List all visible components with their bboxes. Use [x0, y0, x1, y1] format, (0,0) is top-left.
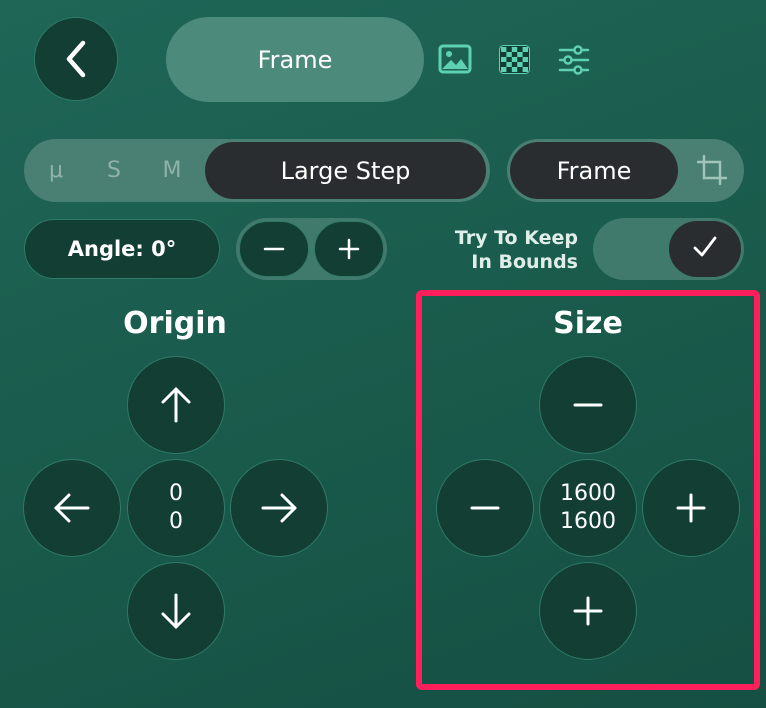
arrow-down-icon	[159, 592, 193, 630]
keep-in-bounds-toggle[interactable]	[593, 218, 744, 280]
crop-icon[interactable]	[696, 154, 728, 186]
back-button[interactable]	[34, 17, 118, 101]
arrow-left-icon	[53, 491, 91, 525]
size-highlight-box	[416, 290, 760, 690]
title-tab[interactable]: Frame	[166, 17, 424, 102]
checkmark-icon	[692, 234, 718, 264]
angle-increment-button[interactable]	[314, 221, 384, 277]
step-option-micro[interactable]: μ	[36, 139, 76, 202]
origin-left-button[interactable]	[23, 459, 121, 557]
origin-down-button[interactable]	[127, 562, 225, 660]
arrow-right-icon	[260, 491, 298, 525]
angle-display[interactable]: Angle: 0°	[24, 219, 220, 279]
sliders-icon[interactable]	[558, 45, 590, 75]
keep-in-bounds-label: Try To Keep In Bounds	[454, 227, 578, 273]
step-option-medium[interactable]: M	[152, 139, 192, 202]
origin-heading: Origin	[123, 306, 227, 341]
frame-button[interactable]: Frame	[510, 142, 678, 199]
page-title: Frame	[257, 45, 333, 74]
plus-icon	[338, 238, 360, 260]
origin-x-value: 0	[169, 481, 183, 506]
origin-up-button[interactable]	[127, 356, 225, 454]
angle-decrement-button[interactable]	[239, 221, 309, 277]
toggle-knob	[669, 221, 741, 277]
frame-crop-control: Frame	[507, 139, 744, 202]
origin-right-button[interactable]	[230, 459, 328, 557]
step-option-large[interactable]: Large Step	[205, 142, 486, 199]
image-icon[interactable]	[438, 44, 472, 74]
chevron-left-icon	[61, 39, 91, 79]
angle-stepper	[236, 218, 387, 280]
step-option-small[interactable]: S	[94, 139, 134, 202]
step-segmented-control: μ S M Large Step	[24, 139, 490, 202]
arrow-up-icon	[159, 386, 193, 424]
origin-value-display: 0 0	[127, 459, 225, 557]
origin-y-value: 0	[169, 509, 183, 534]
checkerboard-icon[interactable]	[499, 45, 530, 74]
minus-icon	[263, 238, 285, 260]
